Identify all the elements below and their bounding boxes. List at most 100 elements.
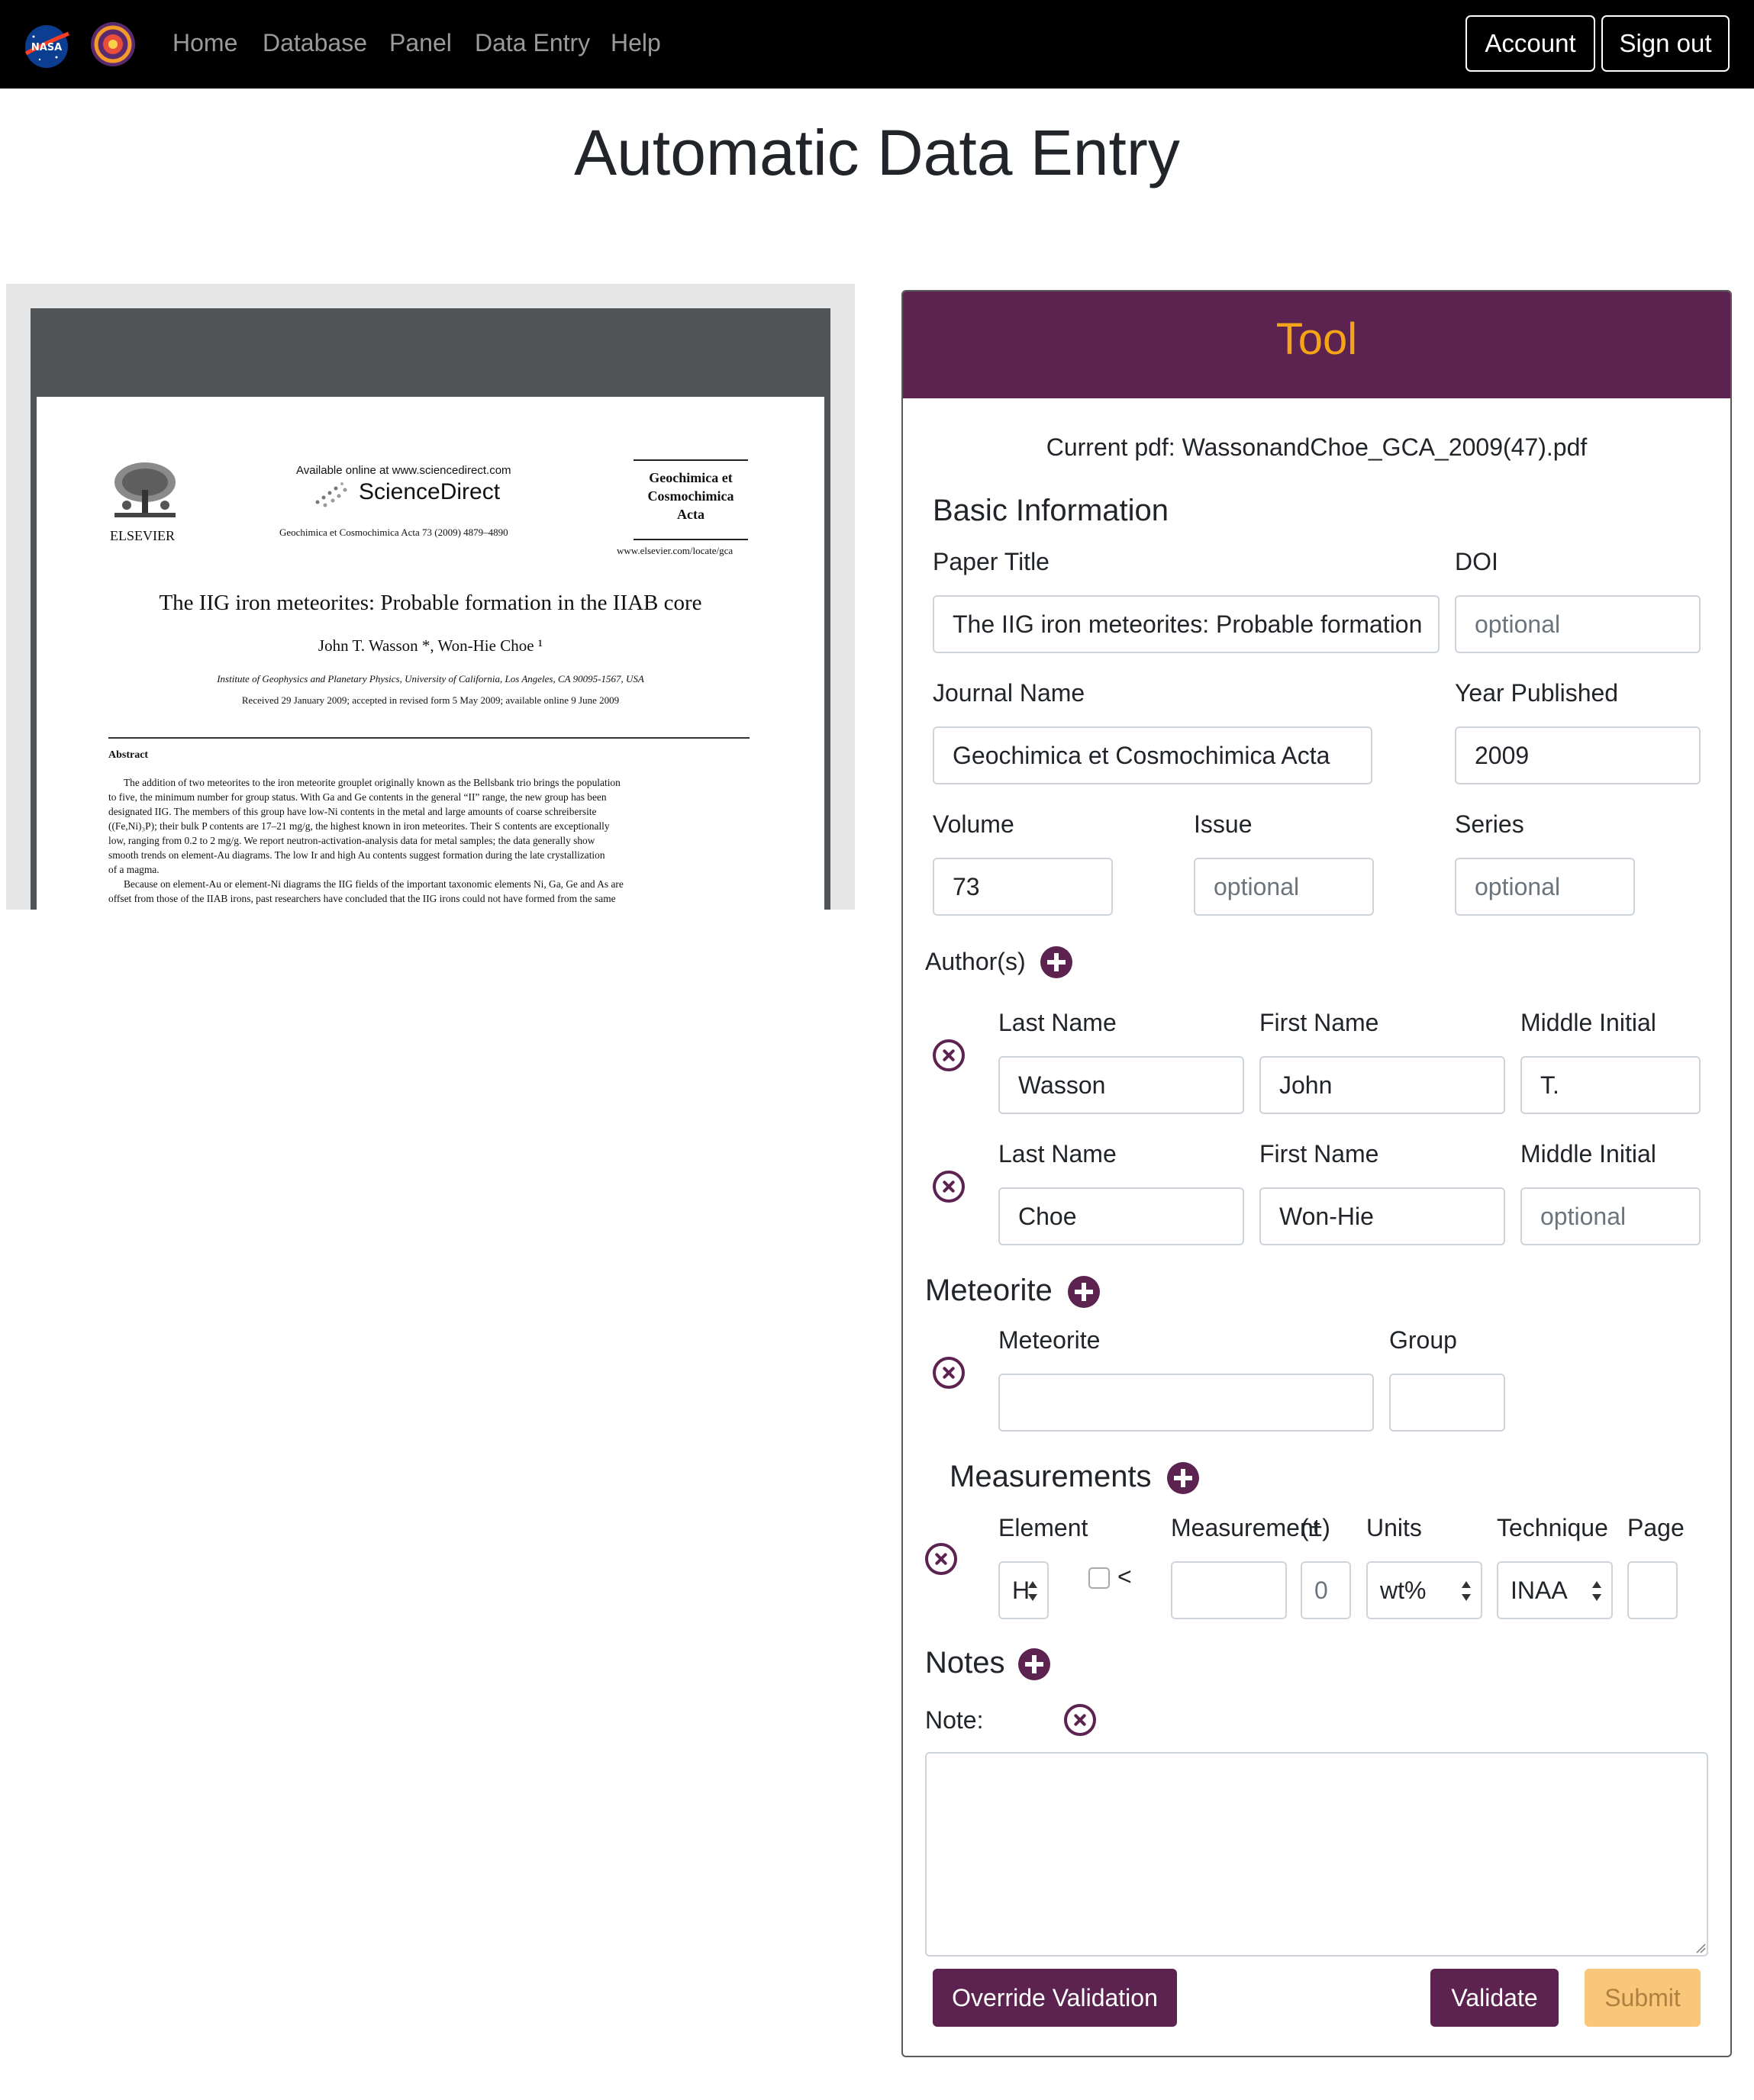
validate-button[interactable]: Validate (1430, 1969, 1559, 2027)
pdf-abstract-line: low, ranging from 0.2 to 2 mg/g. We repo… (108, 835, 595, 846)
remove-note-icon[interactable] (1064, 1704, 1096, 1736)
pdf-divider (108, 737, 750, 739)
pdf-abstract-line: to five, the minimum number for group st… (108, 791, 607, 803)
pdf-canvas[interactable]: ELSEVIER Available online at www.science… (31, 308, 830, 910)
nav-database[interactable]: Database (263, 26, 367, 60)
pdf-page: ELSEVIER Available online at www.science… (37, 397, 824, 910)
volume-input[interactable]: 73 (933, 858, 1113, 916)
paper-title-input[interactable]: The IIG iron meteorites: Probable format… (933, 595, 1440, 653)
meteorite-heading: Meteorite (925, 1274, 1053, 1307)
nasa-logo[interactable]: NASA (23, 23, 70, 70)
pdf-journal-url: www.elsevier.com/locate/gca (617, 545, 734, 556)
author-middle-initial-label: Middle Initial (1520, 1009, 1656, 1036)
select-arrows-icon (1028, 1581, 1037, 1601)
page-header: Page (1627, 1514, 1685, 1541)
author-middle-initial-input[interactable]: optional (1520, 1187, 1701, 1245)
select-arrows-icon (1592, 1581, 1601, 1601)
account-button[interactable]: Account (1465, 15, 1595, 72)
remove-measurement-icon[interactable] (925, 1543, 957, 1575)
nav-home[interactable]: Home (172, 26, 237, 60)
top-navbar: NASA Home Database Panel Data Entry Help… (0, 0, 1754, 89)
paper-title-label: Paper Title (933, 548, 1049, 575)
note-label: Note: (925, 1706, 984, 1734)
submit-button[interactable]: Submit (1585, 1969, 1701, 2027)
pdf-abstract-line: of a magma. (108, 864, 160, 875)
pdf-journal-line2: Cosmochimica (647, 488, 734, 504)
resize-handle-icon[interactable] (1694, 1941, 1706, 1953)
pdf-sciencedirect: ScienceDirect (359, 479, 501, 504)
series-label: Series (1455, 810, 1524, 838)
elsevier-tree-logo (108, 459, 182, 522)
pdf-journal-ref: Geochimica et Cosmochimica Acta 73 (2009… (279, 527, 508, 538)
remove-meteorite-icon[interactable] (933, 1357, 965, 1389)
author-middle-initial-input[interactable]: T. (1520, 1056, 1701, 1114)
units-select-value: wt% (1380, 1577, 1427, 1604)
nav-help[interactable]: Help (611, 26, 661, 60)
element-header: Element (998, 1514, 1088, 1541)
less-than-checkbox[interactable] (1088, 1567, 1110, 1589)
pdf-abstract-line: Because on element-Au or element-Ni diag… (124, 878, 624, 890)
tool-card: Tool Current pdf: WassonandChoe_GCA_2009… (901, 290, 1732, 2057)
measurement-header: Measurement (1171, 1514, 1320, 1541)
sciencedirect-dots-icon (313, 481, 351, 510)
meteorite-input[interactable] (998, 1374, 1374, 1432)
issue-input[interactable]: optional (1194, 858, 1374, 916)
measurements-heading: Measurements (950, 1460, 1152, 1493)
note-textarea[interactable] (925, 1752, 1708, 1957)
year-published-input[interactable]: 2009 (1455, 726, 1701, 784)
pdf-journal-line3: Acta (677, 507, 705, 522)
pdf-abstract-line: designated IIG. The members of this grou… (108, 806, 597, 817)
add-measurement-icon[interactable] (1167, 1462, 1199, 1494)
pdf-authors: John T. Wasson *, Won-Hie Choe ¹ (318, 636, 543, 655)
volume-label: Volume (933, 810, 1014, 838)
doi-input[interactable]: optional (1455, 595, 1701, 653)
author-last-name-input[interactable]: Choe (998, 1187, 1244, 1245)
author-first-name-label: First Name (1259, 1140, 1379, 1168)
technique-select-value: INAA (1511, 1577, 1568, 1604)
remove-author-icon[interactable] (933, 1171, 965, 1203)
measurement-input[interactable] (1171, 1561, 1287, 1619)
pdf-abstract: The addition of two meteorites to the ir… (108, 775, 750, 906)
nav-panel[interactable]: Panel (389, 26, 452, 60)
series-input[interactable]: optional (1455, 858, 1635, 916)
add-note-icon[interactable] (1018, 1648, 1050, 1680)
override-validation-button[interactable]: Override Validation (933, 1969, 1177, 2027)
group-input[interactable] (1389, 1374, 1505, 1432)
units-select[interactable]: wt% (1366, 1561, 1482, 1619)
issue-label: Issue (1194, 810, 1253, 838)
basic-information-heading: Basic Information (933, 494, 1169, 527)
doi-label: DOI (1455, 548, 1498, 575)
nav-data-entry[interactable]: Data Entry (475, 26, 590, 60)
element-select[interactable]: H (998, 1561, 1049, 1619)
technique-select[interactable]: INAA (1497, 1561, 1613, 1619)
author-middle-initial-label: Middle Initial (1520, 1140, 1656, 1168)
author-first-name-input[interactable]: Won-Hie (1259, 1187, 1505, 1245)
author-first-name-label: First Name (1259, 1009, 1379, 1036)
notes-heading: Notes (925, 1646, 1005, 1680)
add-author-icon[interactable] (1040, 946, 1072, 978)
add-meteorite-icon[interactable] (1068, 1276, 1100, 1308)
pdf-abstract-line: smooth trends on element-Au diagrams. Th… (108, 849, 605, 861)
svg-text:NASA: NASA (31, 42, 62, 53)
pdf-publisher: ELSEVIER (110, 528, 175, 543)
sign-out-button[interactable]: Sign out (1601, 15, 1730, 72)
meteorite-logo[interactable] (89, 20, 137, 69)
units-header: Units (1366, 1514, 1422, 1541)
author-first-name-input[interactable]: John (1259, 1056, 1505, 1114)
plusminus-input[interactable]: 0 (1301, 1561, 1351, 1619)
pdf-journal-box: Geochimica et Cosmochimica Acta (634, 459, 748, 540)
page-title: Automatic Data Entry (574, 117, 1180, 188)
journal-name-input[interactable]: Geochimica et Cosmochimica Acta (933, 726, 1372, 784)
author-last-name-input[interactable]: Wasson (998, 1056, 1244, 1114)
author-last-name-label: Last Name (998, 1009, 1117, 1036)
meteorite-label: Meteorite (998, 1326, 1101, 1354)
less-than-label: < (1117, 1563, 1132, 1590)
plusminus-header: (±) (1301, 1514, 1330, 1541)
pdf-abstract-line: offset from those of the IIAB irons, pas… (108, 893, 616, 904)
pdf-journal-line1: Geochimica et (649, 470, 733, 485)
journal-name-label: Journal Name (933, 679, 1085, 707)
group-label: Group (1389, 1326, 1457, 1354)
page-input[interactable] (1627, 1561, 1678, 1619)
pdf-viewer[interactable]: ELSEVIER Available online at www.science… (6, 284, 855, 910)
remove-author-icon[interactable] (933, 1039, 965, 1071)
